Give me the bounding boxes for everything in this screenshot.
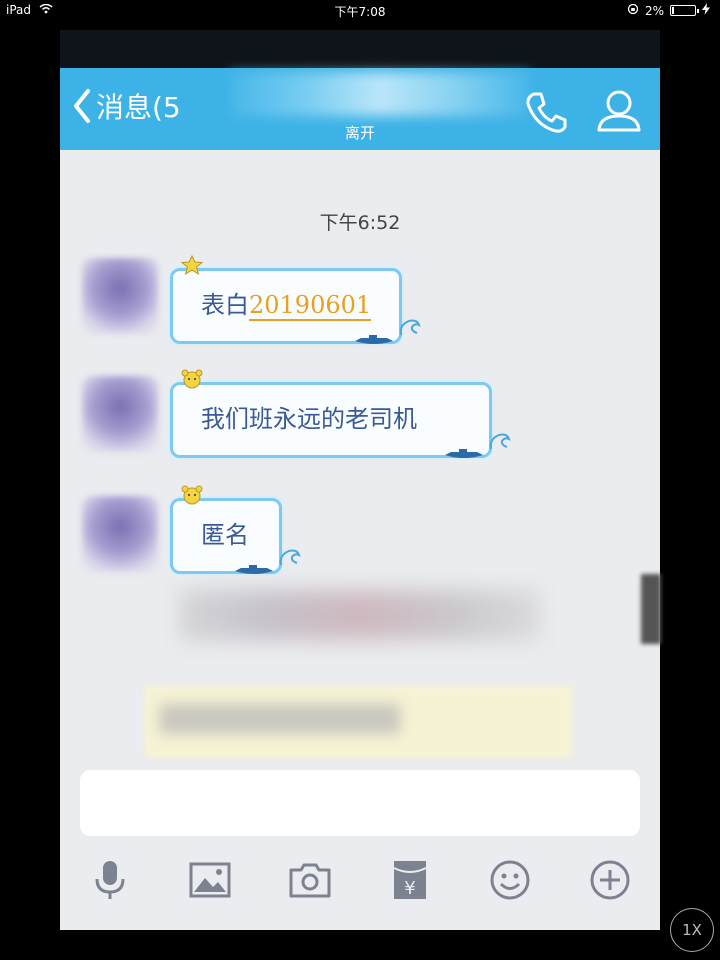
contact-status: 离开 — [344, 124, 375, 142]
blurred-notice — [144, 686, 572, 758]
message-text: 我们班永远的老司机 — [201, 405, 417, 433]
status-bar: iPad 下午7:08 2% — [0, 0, 720, 22]
top-dark-band — [60, 30, 660, 68]
red-packet-button[interactable]: ¥ — [388, 858, 432, 902]
person-icon — [597, 90, 641, 132]
avatar[interactable] — [82, 376, 158, 452]
blurred-message — [180, 590, 540, 640]
red-packet-icon: ¥ — [393, 861, 427, 899]
boat-decoration-icon — [445, 449, 483, 458]
wave-decoration-icon — [279, 549, 301, 566]
message-bubble[interactable]: 表白20190601 — [170, 255, 421, 344]
emoji-button[interactable] — [488, 858, 532, 902]
star-badge-icon — [180, 255, 204, 275]
status-time: 下午7:08 — [334, 5, 386, 19]
boat-decoration-icon — [235, 565, 273, 574]
message-input[interactable] — [80, 770, 640, 836]
message-number: 20190601 — [249, 291, 372, 321]
back-label: 消息(5 — [96, 91, 181, 124]
camera-icon — [289, 863, 331, 898]
wave-decoration-icon — [399, 319, 421, 336]
chevron-left-icon — [74, 89, 90, 123]
emoji-icon — [490, 860, 530, 900]
plus-icon — [590, 860, 630, 900]
svg-text:¥: ¥ — [404, 878, 415, 899]
back-button[interactable]: 消息(5 — [72, 86, 181, 126]
phone-icon — [526, 92, 567, 133]
input-toolbar: ¥ — [60, 848, 660, 918]
image-icon — [189, 862, 231, 898]
more-button[interactable] — [588, 858, 632, 902]
bear-badge-icon — [181, 485, 203, 505]
image-button[interactable] — [188, 858, 232, 902]
wave-decoration-icon — [489, 433, 511, 450]
contact-name-blurred — [230, 72, 530, 116]
camera-button[interactable] — [288, 858, 332, 902]
navigation-bar: 消息(5 离开 — [60, 68, 660, 150]
battery-percent: 2% — [644, 3, 664, 18]
boat-decoration-icon — [355, 335, 393, 344]
zoom-toggle-button[interactable]: 1X — [670, 908, 714, 952]
microphone-icon — [95, 861, 125, 899]
lock-rotation-icon — [627, 3, 639, 18]
bear-badge-icon — [181, 369, 203, 389]
charging-icon — [702, 3, 710, 18]
scrollbar[interactable] — [641, 574, 661, 644]
voice-button[interactable] — [88, 858, 132, 902]
status-right: 2% — [627, 3, 710, 18]
profile-button[interactable] — [594, 86, 644, 136]
message-prefix: 表白 — [201, 291, 249, 319]
message-bubble[interactable]: 我们班永远的老司机 — [170, 369, 511, 458]
chat-screen: 消息(5 离开 下午6:52 表白20190601 我们班永远的老司机 匿名 ¥ — [60, 30, 660, 930]
battery-icon — [670, 5, 699, 16]
message-text: 匿名 — [201, 521, 249, 549]
phone-call-button[interactable] — [522, 88, 570, 136]
avatar[interactable] — [82, 496, 158, 572]
avatar[interactable] — [82, 258, 158, 334]
chat-timestamp: 下午6:52 — [319, 212, 401, 234]
message-text: 表白20190601 — [201, 285, 372, 321]
message-bubble[interactable]: 匿名 — [170, 485, 301, 574]
